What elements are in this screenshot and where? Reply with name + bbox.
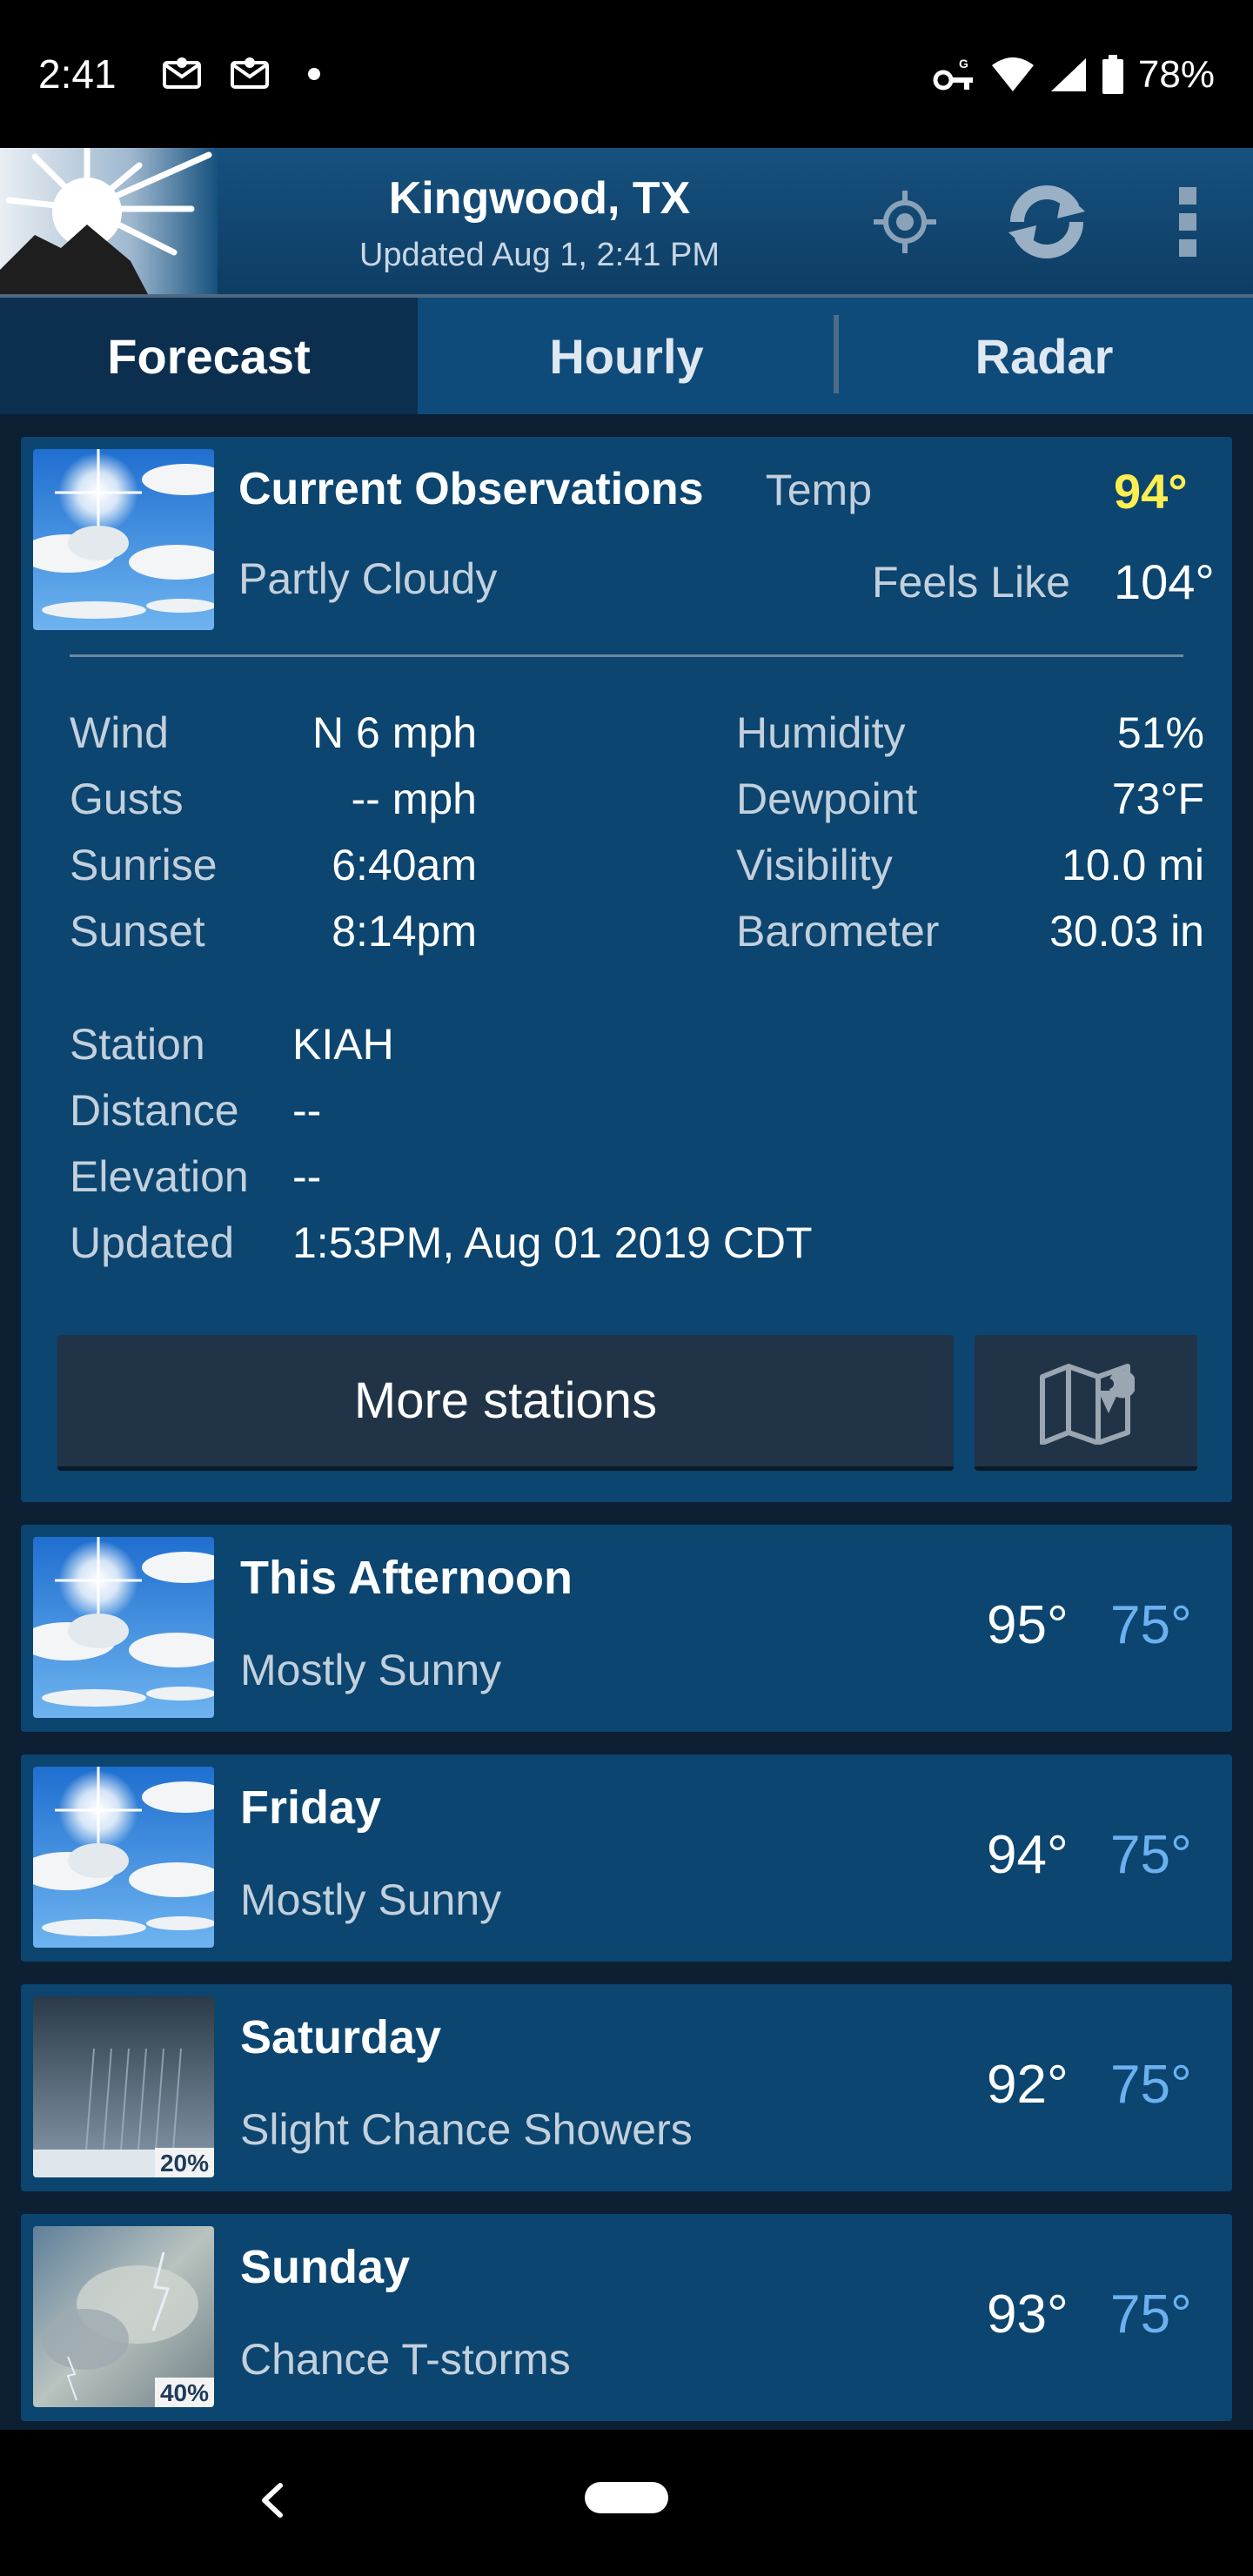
showers-icon: 20% (33, 1996, 214, 2177)
tab-radar[interactable]: Radar (835, 298, 1253, 414)
current-observations-card[interactable]: Current Observations Partly Cloudy Temp … (21, 437, 1232, 1502)
detail-value: 10.0 mi (1062, 841, 1204, 889)
temp-label: Temp (765, 466, 872, 514)
signal-icon (1050, 58, 1086, 91)
forecast-high: 92° (987, 2055, 1069, 2115)
refresh-icon (1008, 185, 1085, 258)
forecast-condition: Chance T-storms (240, 2335, 571, 2384)
precip-chance: 20% (154, 2148, 214, 2177)
forecast-row[interactable]: Friday Mostly Sunny 94° 75° (21, 1754, 1232, 1962)
detail-label: Humidity (736, 708, 906, 757)
updated-time: Updated Aug 1, 2:41 PM (358, 237, 720, 273)
forecast-row[interactable]: 20% Saturday Slight Chance Showers 92° 7… (21, 1984, 1232, 2191)
battery-icon (1102, 55, 1123, 94)
detail-label: Wind (70, 708, 169, 757)
status-right: G 78% (933, 50, 1215, 99)
tab-bar: Forecast Hourly Radar (0, 298, 1253, 414)
detail-label: Dewpoint (736, 775, 918, 823)
partly-cloudy-icon (33, 1537, 214, 1718)
status-time: 2:41 (38, 51, 117, 97)
detail-label: Gusts (70, 775, 184, 823)
overflow-menu-button[interactable] (1140, 174, 1236, 270)
forecast-low: 75° (1110, 1825, 1192, 1885)
current-condition: Partly Cloudy (238, 554, 498, 603)
detail-value: 30.03 in (1049, 907, 1204, 956)
detail-value: 73°F (1111, 775, 1204, 823)
station-values: KIAH -- -- 1:53PM, Aug 01 2019 CDT (292, 1011, 813, 1276)
details-left-values: N 6 mph -- mph 6:40am 8:14pm (277, 700, 477, 964)
forecast-day: This Afternoon (240, 1552, 573, 1604)
forecast-high: 93° (987, 2284, 1069, 2345)
system-nav-bar (0, 2430, 1253, 2576)
forecast-condition: Mostly Sunny (240, 1646, 502, 1694)
forecast-condition: Slight Chance Showers (240, 2105, 693, 2154)
detail-value: -- mph (351, 775, 477, 823)
svg-text:G: G (959, 57, 968, 70)
refresh-button[interactable] (999, 174, 1095, 270)
forecast-row[interactable]: This Afternoon Mostly Sunny 95° 75° (21, 1525, 1232, 1732)
forecast-day: Friday (240, 1781, 382, 1834)
station-value: -- (292, 1086, 322, 1135)
divider (70, 654, 1183, 657)
partly-cloudy-icon (33, 449, 214, 630)
forecast-high: 95° (987, 1595, 1069, 1655)
station-map-button[interactable] (975, 1335, 1197, 1471)
detail-value: 51% (1116, 708, 1204, 757)
details-right-values: 51% 73°F 10.0 mi 30.03 in (961, 700, 1204, 964)
locate-button[interactable] (857, 174, 953, 270)
station-label: Distance (70, 1086, 239, 1135)
thunderstorm-icon: 40% (33, 2226, 214, 2407)
forecast-low: 75° (1110, 1595, 1192, 1655)
detail-label: Visibility (736, 841, 893, 889)
app-header: Kingwood, TX Updated Aug 1, 2:41 PM (0, 148, 1253, 298)
locate-icon (874, 191, 936, 253)
forecast-low: 75° (1110, 2284, 1192, 2345)
feels-like-value: 104° (1114, 554, 1215, 609)
mail-icon (231, 57, 269, 89)
forecast-low: 75° (1110, 2055, 1192, 2115)
station-label: Updated (70, 1218, 235, 1267)
map-icon (1040, 1363, 1135, 1445)
battery-percent: 78% (1137, 53, 1215, 96)
mail-icon (163, 57, 201, 89)
forecast-day: Saturday (240, 2011, 442, 2063)
detail-label: Sunset (70, 907, 205, 956)
tab-hourly[interactable]: Hourly (418, 298, 835, 414)
forecast-day: Sunday (240, 2241, 411, 2293)
home-pill-button[interactable] (585, 2482, 668, 2513)
forecast-row[interactable]: 40% Sunday Chance T-storms 93° 75° (21, 2214, 1232, 2421)
station-label: Station (70, 1020, 205, 1069)
station-value: KIAH (292, 1020, 394, 1069)
detail-value: N 6 mph (312, 708, 477, 757)
detail-value: 8:14pm (332, 907, 477, 956)
back-icon[interactable] (254, 2470, 289, 2531)
observations-title: Current Observations (238, 464, 704, 514)
station-labels: Station Distance Elevation Updated (70, 1011, 249, 1276)
location-title: Kingwood, TX (388, 173, 691, 224)
forecast-high: 94° (987, 1825, 1069, 1885)
status-bar: 2:41 G 78% (0, 0, 1253, 148)
precip-chance: 40% (154, 2378, 214, 2407)
station-label: Elevation (70, 1152, 249, 1201)
more-stations-button[interactable]: More stations (57, 1335, 954, 1471)
partly-cloudy-icon (33, 1767, 214, 1948)
station-value: -- (292, 1152, 322, 1201)
tab-forecast[interactable]: Forecast (0, 298, 418, 414)
tab-divider (834, 315, 839, 393)
feels-like-label: Feels Like (872, 558, 1070, 607)
detail-label: Barometer (736, 907, 940, 956)
overflow-menu-icon (1179, 187, 1196, 257)
detail-label: Sunrise (70, 841, 218, 889)
forecast-condition: Mostly Sunny (240, 1875, 502, 1924)
notification-dot (308, 68, 320, 80)
details-right-labels: Humidity Dewpoint Visibility Barometer (736, 700, 939, 964)
station-value: 1:53PM, Aug 01 2019 CDT (292, 1218, 813, 1267)
temp-value: 94° (1114, 464, 1188, 519)
details-left-labels: Wind Gusts Sunrise Sunset (70, 700, 218, 964)
wifi-icon (991, 57, 1034, 91)
app-logo-icon (0, 148, 218, 294)
detail-value: 6:40am (332, 841, 477, 889)
vpn-key-icon: G (933, 57, 973, 91)
